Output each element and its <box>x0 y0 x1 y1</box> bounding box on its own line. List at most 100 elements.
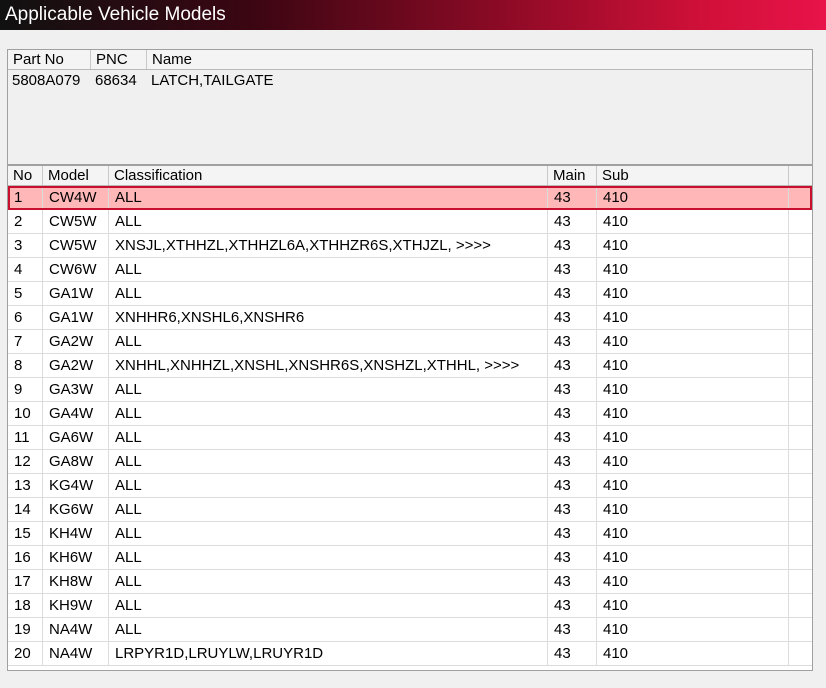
row-filler <box>789 306 812 329</box>
row-model: NA4W <box>43 618 109 641</box>
row-main: 43 <box>548 282 597 305</box>
row-filler <box>789 210 812 233</box>
column-header-classification[interactable]: Classification <box>109 166 548 185</box>
row-classification: ALL <box>109 618 548 641</box>
row-model: KH6W <box>43 546 109 569</box>
column-header-pnc[interactable]: PNC <box>91 50 147 69</box>
row-filler <box>789 354 812 377</box>
row-model: GA1W <box>43 282 109 305</box>
table-row[interactable]: 12 GA8W ALL 43 410 <box>8 450 812 474</box>
row-sub: 410 <box>597 234 789 257</box>
table-row[interactable]: 13 KG4W ALL 43 410 <box>8 474 812 498</box>
row-sub: 410 <box>597 402 789 425</box>
table-row[interactable]: 19 NA4W ALL 43 410 <box>8 618 812 642</box>
column-header-no[interactable]: No <box>8 166 43 185</box>
row-classification: ALL <box>109 330 548 353</box>
table-row[interactable]: 7 GA2W ALL 43 410 <box>8 330 812 354</box>
table-row[interactable]: 15 KH4W ALL 43 410 <box>8 522 812 546</box>
row-filler <box>789 426 812 449</box>
vehicle-models-grid: No Model Classification Main Sub 1 CW4W AL… <box>7 165 813 671</box>
row-model: CW4W <box>43 186 109 209</box>
column-header-main[interactable]: Main <box>548 166 597 185</box>
row-model: KH8W <box>43 570 109 593</box>
column-header-sub[interactable]: Sub <box>597 166 789 185</box>
table-row[interactable]: 6 GA1W XNHHR6,XNSHL6,XNSHR6 43 410 <box>8 306 812 330</box>
table-row[interactable]: 17 KH8W ALL 43 410 <box>8 570 812 594</box>
row-filler <box>789 234 812 257</box>
row-main: 43 <box>548 450 597 473</box>
row-no: 9 <box>8 378 43 401</box>
row-classification: ALL <box>109 594 548 617</box>
row-model: CW5W <box>43 210 109 233</box>
row-sub: 410 <box>597 210 789 233</box>
row-sub: 410 <box>597 258 789 281</box>
row-sub: 410 <box>597 618 789 641</box>
row-sub: 410 <box>597 522 789 545</box>
row-no: 8 <box>8 354 43 377</box>
row-sub: 410 <box>597 594 789 617</box>
row-sub: 410 <box>597 306 789 329</box>
row-main: 43 <box>548 570 597 593</box>
column-header-model[interactable]: Model <box>43 166 109 185</box>
row-model: CW5W <box>43 234 109 257</box>
row-filler <box>789 522 812 545</box>
row-main: 43 <box>548 522 597 545</box>
row-classification: ALL <box>109 378 548 401</box>
row-main: 43 <box>548 258 597 281</box>
table-row[interactable]: 8 GA2W XNHHL,XNHHZL,XNSHL,XNSHR6S,XNSHZL,X… <box>8 354 812 378</box>
row-model: NA4W <box>43 642 109 665</box>
row-main: 43 <box>548 402 597 425</box>
row-no: 12 <box>8 450 43 473</box>
row-sub: 410 <box>597 570 789 593</box>
table-row[interactable]: 2 CW5W ALL 43 410 <box>8 210 812 234</box>
row-model: KH4W <box>43 522 109 545</box>
row-sub: 410 <box>597 282 789 305</box>
row-classification: ALL <box>109 402 548 425</box>
table-row[interactable]: 1 CW4W ALL 43 410 <box>8 186 812 210</box>
table-row[interactable]: 16 KH6W ALL 43 410 <box>8 546 812 570</box>
table-row[interactable]: 5 GA1W ALL 43 410 <box>8 282 812 306</box>
row-filler <box>789 186 812 209</box>
table-row[interactable]: 14 KG6W ALL 43 410 <box>8 498 812 522</box>
table-row[interactable]: 20 NA4W LRPYR1D,LRUYLW,LRUYR1D 43 410 <box>8 642 812 666</box>
row-classification: XNHHL,XNHHZL,XNSHL,XNSHR6S,XNSHZL,XTHHL,… <box>109 354 548 377</box>
row-no: 6 <box>8 306 43 329</box>
row-no: 16 <box>8 546 43 569</box>
table-row[interactable]: 11 GA6W ALL 43 410 <box>8 426 812 450</box>
part-row[interactable]: 5808A079 68634 LATCH,TAILGATE <box>8 70 812 92</box>
row-filler <box>789 642 812 665</box>
row-filler <box>789 546 812 569</box>
row-model: GA1W <box>43 306 109 329</box>
row-model: GA4W <box>43 402 109 425</box>
row-sub: 410 <box>597 450 789 473</box>
row-filler <box>789 498 812 521</box>
row-no: 1 <box>8 186 43 209</box>
row-no: 5 <box>8 282 43 305</box>
part-info-list: Part No PNC Name 5808A079 68634 LATCH,TA… <box>7 49 813 165</box>
row-sub: 410 <box>597 642 789 665</box>
table-row[interactable]: 4 CW6W ALL 43 410 <box>8 258 812 282</box>
table-row[interactable]: 18 KH9W ALL 43 410 <box>8 594 812 618</box>
row-no: 4 <box>8 258 43 281</box>
row-sub: 410 <box>597 498 789 521</box>
row-model: KH9W <box>43 594 109 617</box>
bottom-bar <box>0 671 826 688</box>
row-filler <box>789 258 812 281</box>
column-header-part-no[interactable]: Part No <box>8 50 91 69</box>
row-filler <box>789 618 812 641</box>
row-main: 43 <box>548 330 597 353</box>
row-model: GA8W <box>43 450 109 473</box>
table-row[interactable]: 10 GA4W ALL 43 410 <box>8 402 812 426</box>
column-header-name[interactable]: Name <box>147 50 812 69</box>
row-classification: XNSJL,XTHHZL,XTHHZL6A,XTHHZR6S,XTHJZL, >… <box>109 234 548 257</box>
column-header-filler <box>789 166 812 185</box>
row-main: 43 <box>548 234 597 257</box>
row-model: KG4W <box>43 474 109 497</box>
row-sub: 410 <box>597 546 789 569</box>
row-no: 7 <box>8 330 43 353</box>
table-row[interactable]: 9 GA3W ALL 43 410 <box>8 378 812 402</box>
row-filler <box>789 570 812 593</box>
row-no: 11 <box>8 426 43 449</box>
row-sub: 410 <box>597 474 789 497</box>
table-row[interactable]: 3 CW5W XNSJL,XTHHZL,XTHHZL6A,XTHHZR6S,XTHJ… <box>8 234 812 258</box>
